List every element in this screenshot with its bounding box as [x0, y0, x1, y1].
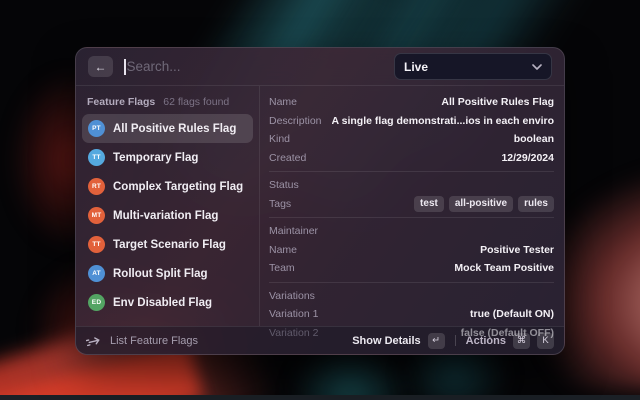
flag-label: Temporary Flag	[113, 151, 199, 164]
window-body: Feature Flags 62 flags found PT All Posit…	[76, 86, 564, 339]
back-button[interactable]: ←	[88, 56, 113, 77]
detail-value: Mock Team Positive	[454, 262, 554, 275]
command-name: List Feature Flags	[110, 334, 199, 347]
show-details-button[interactable]: Show Details	[352, 335, 420, 347]
detail-label: Tags	[269, 197, 292, 210]
detail-row: Variations	[269, 287, 554, 306]
footer-divider	[454, 335, 456, 346]
detail-row: Team Mock Team Positive	[269, 259, 554, 278]
search-header: ← Search... Live	[76, 48, 564, 86]
detail-row: Variation 1 true (Default ON)	[269, 305, 554, 324]
flag-label: Env Disabled Flag	[113, 296, 213, 309]
detail-row: Tags test all-positive rules	[269, 195, 554, 214]
list-item[interactable]: PT All Positive Rules Flag	[82, 114, 253, 143]
flag-list-pane: Feature Flags 62 flags found PT All Posit…	[76, 86, 260, 326]
list-section-header: Feature Flags 62 flags found	[82, 92, 253, 114]
flag-avatar: ED	[88, 294, 105, 311]
detail-label: Name	[269, 243, 298, 256]
detail-row: Name Positive Tester	[269, 241, 554, 260]
flag-avatar: TT	[88, 236, 105, 253]
detail-value: 12/29/2024	[501, 151, 554, 164]
detail-label: Variations	[269, 289, 315, 302]
detail-label: Description	[269, 114, 322, 127]
flag-label: Target Scenario Flag	[113, 238, 226, 251]
detail-value: true (Default ON)	[470, 308, 554, 321]
flag-label: Rollout Split Flag	[113, 267, 208, 280]
list-item[interactable]: TT Temporary Flag	[82, 143, 253, 172]
list-item[interactable]: ED Env Disabled Flag	[82, 288, 253, 317]
wallpaper-bottom-strip	[0, 395, 640, 400]
results-count: 62 flags found	[163, 96, 230, 108]
list-item[interactable]: MT Multi-variation Flag	[82, 201, 253, 230]
k-key-icon: K	[537, 332, 554, 349]
list-item[interactable]: RT Complex Targeting Flag	[82, 172, 253, 201]
detail-label: Name	[269, 96, 298, 109]
text-caret	[124, 58, 126, 75]
action-bar-right: Show Details ↵ Actions ⌘ K	[352, 332, 554, 349]
return-key-icon: ↵	[427, 332, 445, 349]
actions-button[interactable]: Actions	[466, 335, 506, 347]
detail-row: Created 12/29/2024	[269, 149, 554, 168]
list-item[interactable]: TT Target Scenario Flag	[82, 230, 253, 259]
action-bar: List Feature Flags Show Details ↵ Action…	[76, 326, 564, 354]
flag-label: Multi-variation Flag	[113, 209, 219, 222]
list-item[interactable]: AT Rollout Split Flag	[82, 259, 253, 288]
launch-arrow-icon	[86, 335, 101, 347]
detail-row: Status	[269, 176, 554, 195]
detail-value: Positive Tester	[480, 243, 554, 256]
detail-label: Maintainer	[269, 225, 319, 238]
detail-label: Status	[269, 179, 299, 192]
chevron-down-icon	[532, 63, 542, 70]
flag-label: All Positive Rules Flag	[113, 122, 237, 135]
detail-label: Variation 1	[269, 308, 319, 321]
detail-label: Kind	[269, 133, 291, 146]
flag-label: Complex Targeting Flag	[113, 180, 244, 193]
detail-row: Description A single flag demonstrati...i…	[269, 112, 554, 131]
tag-list: test all-positive rules	[414, 195, 554, 212]
tag-chip: all-positive	[448, 195, 514, 212]
back-arrow-icon: ←	[94, 59, 107, 74]
detail-value: boolean	[513, 133, 554, 146]
section-divider	[269, 171, 554, 172]
flag-avatar: RT	[88, 178, 105, 195]
action-bar-left: List Feature Flags	[86, 335, 352, 347]
section-title: Feature Flags	[87, 96, 156, 108]
tag-chip: rules	[518, 195, 554, 212]
section-divider	[269, 217, 554, 218]
detail-value: All Positive Rules Flag	[441, 96, 554, 109]
flag-avatar: AT	[88, 265, 105, 282]
flag-avatar: MT	[88, 207, 105, 224]
launcher-window: ← Search... Live Feature Flags 62 flags …	[75, 47, 565, 355]
detail-row: Maintainer	[269, 222, 554, 241]
environment-dropdown[interactable]: Live	[394, 53, 552, 80]
dropdown-value: Live	[404, 59, 429, 74]
flag-avatar: TT	[88, 149, 105, 166]
detail-label: Team	[269, 262, 295, 275]
detail-row: Kind boolean	[269, 130, 554, 149]
detail-pane: Name All Positive Rules Flag Description A …	[260, 86, 564, 339]
search-placeholder: Search...	[126, 59, 181, 74]
detail-row: Name All Positive Rules Flag	[269, 93, 554, 112]
flag-list: PT All Positive Rules Flag TT Temporary Fla…	[82, 114, 253, 317]
detail-label: Created	[269, 151, 307, 164]
tag-chip: test	[414, 195, 444, 212]
flag-avatar: PT	[88, 120, 105, 137]
search-input[interactable]: Search...	[124, 58, 383, 75]
section-divider	[269, 281, 554, 283]
detail-value: A single flag demonstrati...ios in each …	[331, 114, 554, 127]
cmd-key-icon: ⌘	[513, 332, 530, 349]
